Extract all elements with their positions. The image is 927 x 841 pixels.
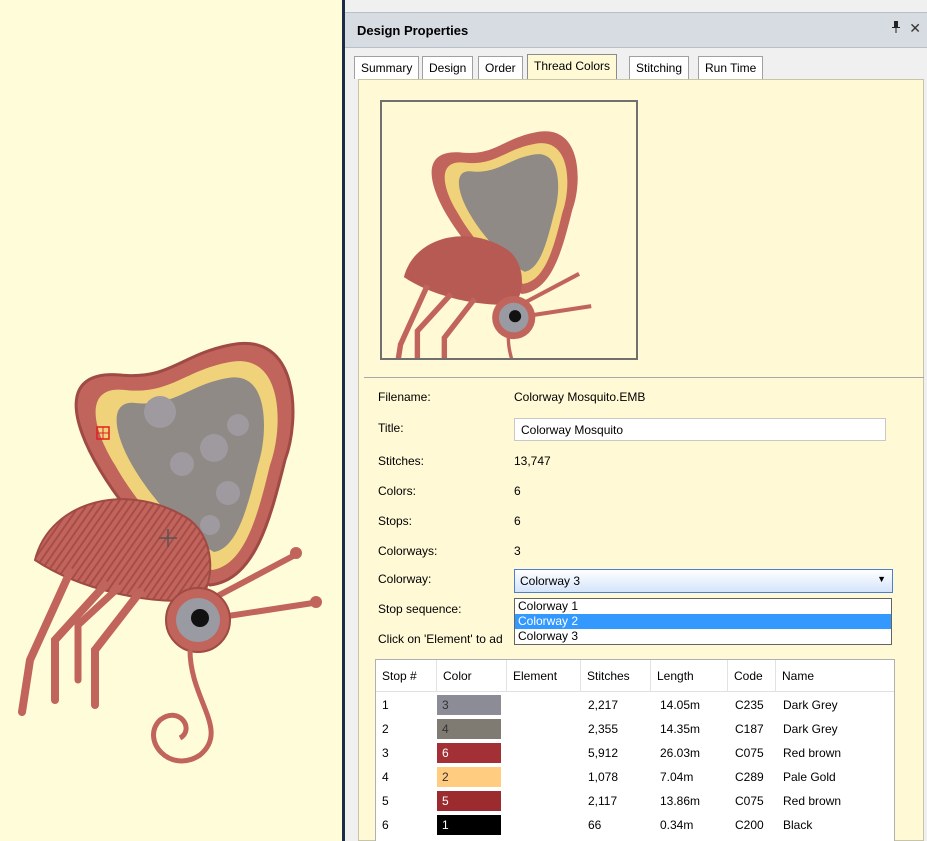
colorway-select[interactable]: Colorway 3 ▼	[514, 569, 893, 593]
header-color[interactable]: Color	[437, 660, 507, 692]
header-name[interactable]: Name	[776, 660, 894, 692]
color-swatch[interactable]: 4	[437, 719, 501, 739]
stitches-cell: 1,078	[588, 770, 619, 784]
stop-sequence-label: Stop sequence:	[378, 602, 462, 616]
colorway-label: Colorway:	[378, 572, 432, 586]
length-cell: 13.86m	[660, 794, 701, 808]
table-row[interactable]: 3 5,912 26.03m C075 Red brown 6	[376, 741, 894, 765]
title-field[interactable]: Colorway Mosquito	[514, 418, 886, 441]
tab-thread-colors[interactable]: Thread Colors	[527, 54, 618, 79]
tab-summary[interactable]: Summary	[354, 56, 420, 79]
stop-cell: 4	[382, 770, 389, 784]
divider	[364, 377, 924, 378]
length-cell: 7.04m	[660, 770, 694, 784]
colorway-selected-value: Colorway 3	[520, 574, 581, 588]
tab-stitching[interactable]: Stitching	[629, 56, 690, 79]
colorway-option-1[interactable]: Colorway 1	[515, 599, 891, 614]
colorways-value: 3	[514, 544, 521, 558]
header-length[interactable]: Length	[651, 660, 728, 692]
name-cell: Red brown	[783, 794, 842, 808]
stitches-label: Stitches:	[378, 454, 425, 468]
table-row[interactable]: 2 2,355 14.35m C187 Dark Grey 4	[376, 717, 894, 741]
colors-label: Colors:	[378, 484, 417, 498]
colorway-option-2[interactable]: Colorway 2	[515, 614, 891, 629]
code-cell: C200	[735, 818, 764, 832]
design-canvas[interactable]	[0, 0, 342, 841]
stitches-cell: 66	[588, 818, 602, 832]
colors-value: 6	[514, 484, 521, 498]
stop-cell: 3	[382, 746, 389, 760]
design-preview	[380, 100, 638, 360]
stop-cell: 6	[382, 818, 389, 832]
tab-design[interactable]: Design	[422, 56, 474, 79]
color-swatch[interactable]: 2	[437, 767, 501, 787]
filename-label: Filename:	[378, 390, 431, 404]
name-cell: Pale Gold	[783, 770, 836, 784]
panel-titlebar[interactable]: Design Properties ✕	[345, 12, 927, 48]
title-label: Title:	[378, 421, 404, 435]
thread-colors-table: Stop # Color Element Stitches Length Cod…	[375, 659, 895, 841]
colorway-option-3[interactable]: Colorway 3	[515, 629, 891, 644]
element-hint-text: Click on 'Element' to ad	[378, 632, 503, 646]
table-row[interactable]: 4 1,078 7.04m C289 Pale Gold 2	[376, 765, 894, 789]
color-swatch[interactable]: 5	[437, 791, 501, 811]
color-swatch[interactable]: 1	[437, 815, 501, 835]
tab-run-time[interactable]: Run Time	[698, 56, 764, 79]
color-swatch[interactable]: 6	[437, 743, 501, 763]
mosquito-design	[18, 341, 322, 764]
name-cell: Red brown	[783, 746, 842, 760]
code-cell: C235	[735, 698, 764, 712]
filename-value: Colorway Mosquito.EMB	[514, 390, 646, 404]
header-element[interactable]: Element	[507, 660, 581, 692]
table-row[interactable]: 6 66 0.34m C200 Black 1	[376, 813, 894, 837]
colorways-label: Colorways:	[378, 544, 438, 558]
stitches-cell: 2,217	[588, 698, 619, 712]
stops-label: Stops:	[378, 514, 413, 528]
stitches-value: 13,747	[514, 454, 551, 468]
stitches-cell: 2,117	[588, 794, 618, 808]
code-cell: C075	[735, 794, 764, 808]
length-cell: 14.35m	[660, 722, 701, 736]
tab-order[interactable]: Order	[478, 56, 523, 79]
length-cell: 0.34m	[660, 818, 694, 832]
name-cell: Dark Grey	[783, 698, 838, 712]
chevron-down-icon[interactable]: ▼	[877, 574, 886, 584]
stop-cell: 2	[382, 722, 389, 736]
name-cell: Black	[783, 818, 813, 832]
name-cell: Dark Grey	[783, 722, 838, 736]
code-cell: C187	[735, 722, 764, 736]
close-icon[interactable]: ✕	[909, 20, 921, 37]
code-cell: C075	[735, 746, 764, 760]
stop-cell: 5	[382, 794, 389, 808]
colorway-dropdown-list[interactable]: Colorway 1 Colorway 2 Colorway 3	[514, 598, 892, 645]
table-row[interactable]: 1 2,217 14.05m C235 Dark Grey 3	[376, 693, 894, 717]
thread-colors-page: Filename: Colorway Mosquito.EMB Title: C…	[358, 79, 924, 841]
code-cell: C289	[735, 770, 764, 784]
stitches-cell: 2,355	[588, 722, 619, 736]
design-properties-panel: Design Properties ✕ Summary Design Order…	[342, 0, 927, 841]
table-header: Stop # Color Element Stitches Length Cod…	[376, 660, 894, 692]
stops-value: 6	[514, 514, 521, 528]
length-cell: 26.03m	[660, 746, 701, 760]
color-swatch[interactable]: 3	[437, 695, 501, 715]
header-stitches[interactable]: Stitches	[581, 660, 651, 692]
header-stop[interactable]: Stop #	[376, 660, 437, 692]
stop-cell: 1	[382, 698, 389, 712]
table-row[interactable]: 5 2,117 13.86m C075 Red brown 5	[376, 789, 894, 813]
pin-icon[interactable]	[891, 21, 901, 36]
header-code[interactable]: Code	[728, 660, 776, 692]
length-cell: 14.05m	[660, 698, 701, 712]
panel-title: Design Properties	[357, 23, 469, 38]
stitches-cell: 5,912	[588, 746, 619, 760]
